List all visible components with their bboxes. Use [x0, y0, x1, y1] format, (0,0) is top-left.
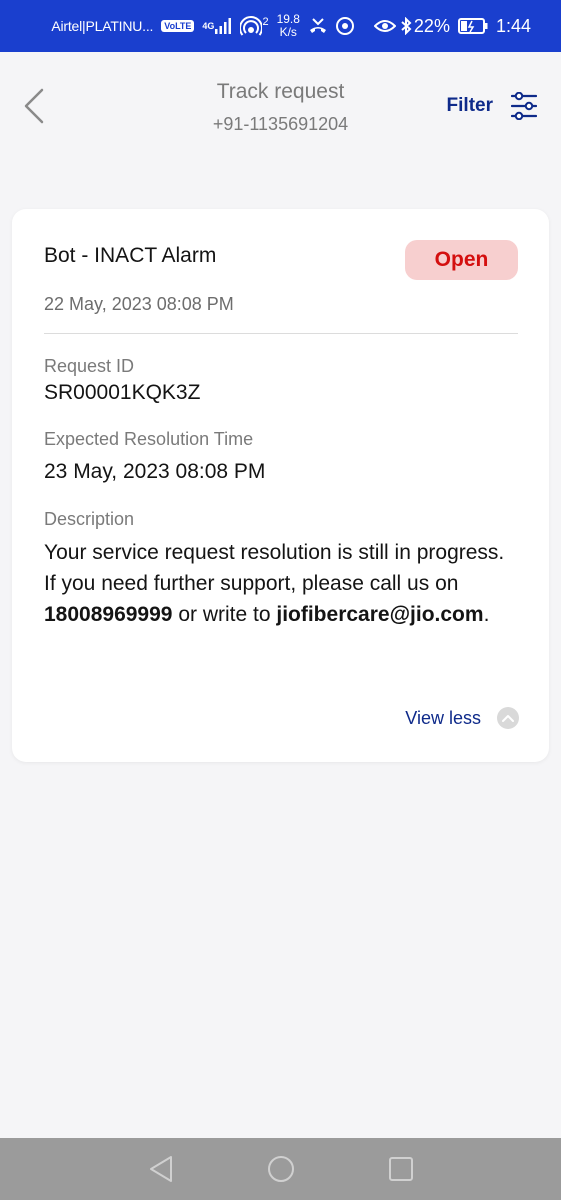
support-phone-link[interactable]: 18008969999	[44, 603, 172, 626]
description-text: Your service request resolution is still…	[44, 537, 514, 630]
status-badge: Open	[405, 240, 518, 280]
triangle-back-icon	[149, 1156, 172, 1182]
battery-percent: 22%	[413, 15, 450, 36]
nav-home-button[interactable]	[251, 1149, 311, 1189]
filter-label: Filter	[446, 95, 493, 116]
circle-home-icon	[267, 1156, 294, 1182]
support-email-link[interactable]: jiofibercare@jio.com	[276, 603, 483, 626]
volte-badge: VoLTE	[161, 20, 195, 32]
clock: 1:44	[495, 15, 531, 36]
header: Track request +91-1135691204 Filter	[0, 52, 561, 172]
request-title: Bot - INACT Alarm	[44, 244, 217, 267]
signal-icon: 4G	[202, 18, 232, 34]
network-type: 4G	[202, 20, 215, 31]
request-card: Bot - INACT Alarm Open 22 May, 2023 08:0…	[12, 209, 549, 762]
battery-charging-icon	[457, 18, 488, 34]
view-less-label: View less	[405, 707, 481, 728]
filter-button[interactable]: Filter	[447, 92, 537, 120]
description-part2: or write to	[172, 603, 277, 626]
description-part3: .	[483, 603, 490, 626]
hotspot-icon: 2	[240, 16, 269, 36]
status-bar: Airtel|PLATINU... VoLTE 4G 2 19.8 K/s 22…	[0, 0, 561, 52]
carrier-name: Airtel|PLATINU...	[51, 18, 154, 34]
request-id-value: SR00001KQK3Z	[44, 381, 201, 404]
request-id-label: Request ID	[44, 356, 135, 376]
bluetooth-icon	[400, 17, 412, 35]
view-less-button[interactable]: View less	[405, 707, 519, 729]
nav-back-button[interactable]	[131, 1149, 191, 1189]
description-label: Description	[44, 509, 135, 529]
divider	[44, 333, 518, 334]
chevron-up-icon	[497, 707, 519, 729]
nav-recents-button[interactable]	[371, 1149, 431, 1189]
missed-call-icon	[308, 17, 328, 35]
request-date: 22 May, 2023 08:08 PM	[44, 294, 234, 314]
sliders-icon	[511, 92, 537, 120]
resolution-time-label: Expected Resolution Time	[44, 429, 254, 449]
chrome-icon	[335, 17, 354, 35]
square-recents-icon	[388, 1157, 413, 1181]
speed-unit: K/s	[279, 25, 297, 39]
eye-icon	[373, 19, 396, 33]
hotspot-count: 2	[262, 16, 269, 28]
system-nav-bar	[0, 1138, 561, 1200]
resolution-time-value: 23 May, 2023 08:08 PM	[44, 460, 266, 483]
description-part1: Your service request resolution is still…	[44, 541, 505, 595]
data-speed: 19.8 K/s	[277, 13, 300, 39]
